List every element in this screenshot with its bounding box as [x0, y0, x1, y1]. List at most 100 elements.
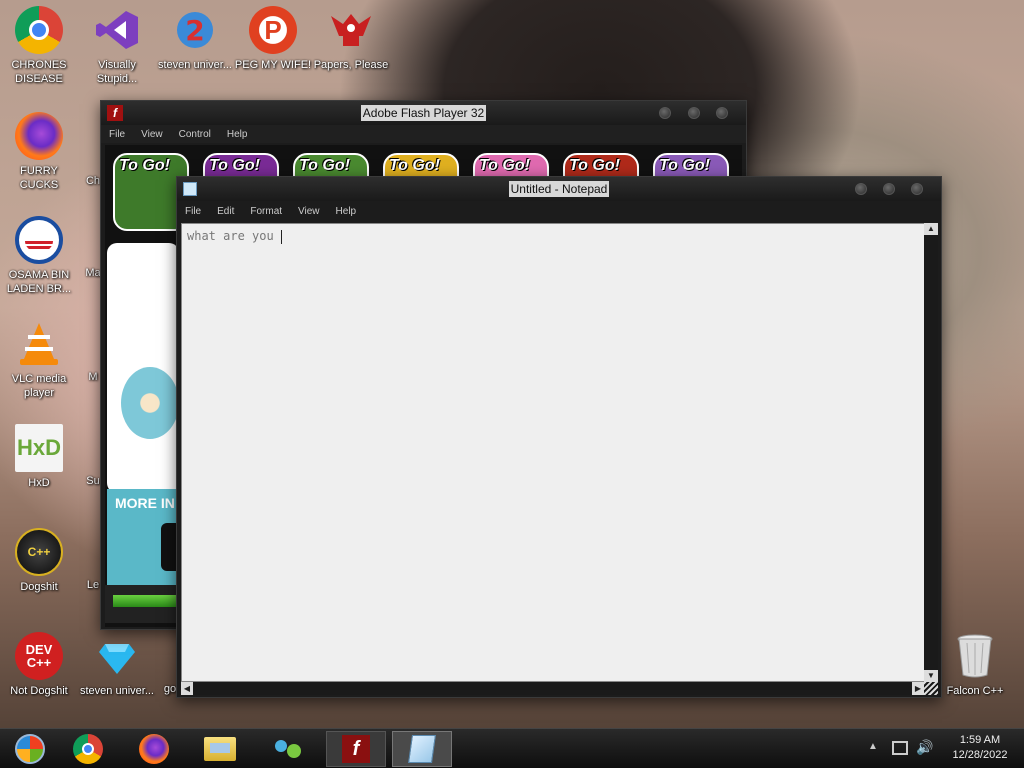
papers-please-icon	[327, 6, 375, 54]
scroll-left-arrow-icon[interactable]: ◀	[181, 682, 193, 695]
featured-panel	[107, 243, 179, 493]
game-tile-label: To Go!	[119, 157, 170, 174]
chrome-icon	[73, 734, 103, 764]
clock-date: 12/28/2022	[952, 749, 1008, 761]
taskbar: f ▲ 🔊 1:59 AM 12/28/2022	[0, 728, 1024, 768]
desktop-icon-devcpp[interactable]: DEV C++ Not Dogshit	[0, 632, 78, 698]
horizontal-scrollbar[interactable]: ◀ ▶	[181, 682, 924, 695]
desktop-icon-label: M	[88, 371, 98, 383]
desktop-icon-osama[interactable]: OSAMA BIN LADEN BR...	[0, 216, 78, 296]
desktop-icon-label: FURRY CUCKS	[19, 165, 59, 191]
notepad-content[interactable]: what are you	[182, 224, 925, 249]
scroll-right-arrow-icon[interactable]: ▶	[912, 682, 924, 695]
flash-menubar: File View Control Help	[101, 125, 746, 143]
desktop-icon-label: OSAMA BIN LADEN BR...	[6, 269, 72, 295]
desktop-icon-label: CHRONES DISEASE	[11, 59, 67, 85]
taskbar-firefox[interactable]	[124, 731, 184, 767]
flash-titlebar[interactable]: f Adobe Flash Player 32	[101, 101, 746, 125]
menu-view[interactable]: View	[290, 206, 328, 217]
menu-help[interactable]: Help	[219, 129, 256, 140]
steven-universe-icon: 2	[171, 6, 219, 54]
loading-bar-fill	[113, 595, 177, 607]
close-button[interactable]	[716, 107, 728, 119]
menu-control[interactable]: Control	[171, 129, 219, 140]
desktop-icon-label: Ch	[85, 175, 101, 187]
taskbar-flash-player[interactable]: f	[326, 731, 386, 767]
notepad-window[interactable]: Untitled - Notepad File Edit Format View…	[176, 176, 942, 698]
diamond-icon	[93, 632, 141, 680]
notepad-titlebar[interactable]: Untitled - Notepad	[177, 177, 941, 201]
desktop-icon-label: Ma	[85, 267, 101, 279]
menu-help[interactable]: Help	[328, 206, 365, 217]
maximize-button[interactable]	[883, 183, 895, 195]
desktop-icon-label: PEG MY WIFE!	[234, 59, 312, 71]
taskbar-network[interactable]	[258, 731, 318, 767]
desktop-icon-label: Falcon C++	[946, 685, 1004, 697]
desktop-icon-label: Visually Stupid...	[96, 59, 138, 85]
desktop-icon-dogshit[interactable]: C++ Dogshit	[0, 528, 78, 594]
maximize-button[interactable]	[688, 107, 700, 119]
notepad-icon	[408, 735, 436, 763]
network-tray-icon[interactable]	[892, 741, 908, 755]
desktop-icon-label: Le	[86, 579, 100, 591]
folder-icon	[204, 737, 236, 761]
menu-format[interactable]: Format	[242, 206, 290, 217]
desktop-icon-label: Su	[86, 475, 100, 487]
window-title: Untitled - Notepad	[508, 181, 610, 197]
flash-player-icon: f	[342, 735, 370, 763]
desktop-icon-hxd[interactable]: HxD HxD	[0, 424, 78, 490]
visual-studio-icon	[93, 6, 141, 54]
recycle-bin-icon	[951, 632, 999, 680]
menu-file[interactable]: File	[177, 206, 209, 217]
more-label: MORE IN	[115, 495, 175, 511]
menu-view[interactable]: View	[133, 129, 171, 140]
game-tile-label: To Go!	[479, 157, 530, 174]
notepad-menubar: File Edit Format View Help	[177, 201, 941, 221]
menu-file[interactable]: File	[101, 129, 133, 140]
start-button[interactable]	[0, 731, 60, 767]
taskbar-notepad[interactable]	[392, 731, 452, 767]
scroll-up-arrow-icon[interactable]: ▲	[924, 223, 938, 235]
obama-logo-icon	[15, 216, 63, 264]
svg-text:2: 2	[185, 14, 204, 47]
desktop-icon-chrome[interactable]: CHRONES DISEASE	[0, 6, 78, 86]
window-title: Adobe Flash Player 32	[360, 105, 487, 121]
text-caret	[280, 229, 282, 244]
codeblocks-icon: C++	[15, 528, 63, 576]
firefox-icon	[139, 734, 169, 764]
more-games-banner[interactable]: MORE IN	[107, 489, 183, 585]
desktop-icon-label: HxD	[28, 477, 50, 489]
desktop-icon-firefox[interactable]: FURRY CUCKS	[0, 112, 78, 192]
desktop-icon-label: go	[163, 683, 177, 695]
taskbar-file-explorer[interactable]	[190, 731, 250, 767]
desktop-icon-recycle-bin[interactable]: Falcon C++	[936, 632, 1014, 698]
desktop-icon-label: Dogshit	[20, 581, 58, 593]
show-hidden-icons-chevron-icon[interactable]: ▲	[868, 741, 878, 752]
clock[interactable]: 1:59 AM 12/28/2022	[940, 733, 1020, 763]
hxd-icon: HxD	[15, 424, 63, 472]
desktop-icon-visual-studio[interactable]: Visually Stupid...	[78, 6, 156, 86]
game-tile-label: To Go!	[569, 157, 620, 174]
minimize-button[interactable]	[855, 183, 867, 195]
peggle-icon: P	[249, 6, 297, 54]
vlc-icon	[15, 320, 63, 368]
desktop-icon-peggle[interactable]: P PEG MY WIFE!	[234, 6, 312, 72]
donut-icon	[121, 367, 179, 439]
close-button[interactable]	[911, 183, 923, 195]
menu-edit[interactable]: Edit	[209, 206, 242, 217]
desktop-icon-label: Papers, Please	[313, 59, 389, 71]
desktop-icon-vlc[interactable]: VLC media player	[0, 320, 78, 400]
notepad-text-area[interactable]: what are you	[181, 223, 926, 682]
desktop-icon-steven-universe[interactable]: 2 steven univer...	[156, 6, 234, 72]
desktop-icon-papers-please[interactable]: Papers, Please	[312, 6, 390, 72]
scroll-down-arrow-icon[interactable]: ▼	[924, 670, 938, 682]
volume-icon[interactable]: 🔊	[916, 739, 933, 756]
minimize-button[interactable]	[659, 107, 671, 119]
clock-time: 1:59 AM	[959, 734, 1001, 746]
desktop-icon-label: Not Dogshit	[10, 685, 68, 697]
devcpp-icon: DEV C++	[15, 632, 63, 680]
vertical-scrollbar[interactable]: ▲ ▼	[924, 223, 938, 682]
resize-grip-icon[interactable]	[924, 682, 938, 695]
taskbar-chrome[interactable]	[58, 731, 118, 767]
loading-bar-track	[105, 585, 181, 623]
